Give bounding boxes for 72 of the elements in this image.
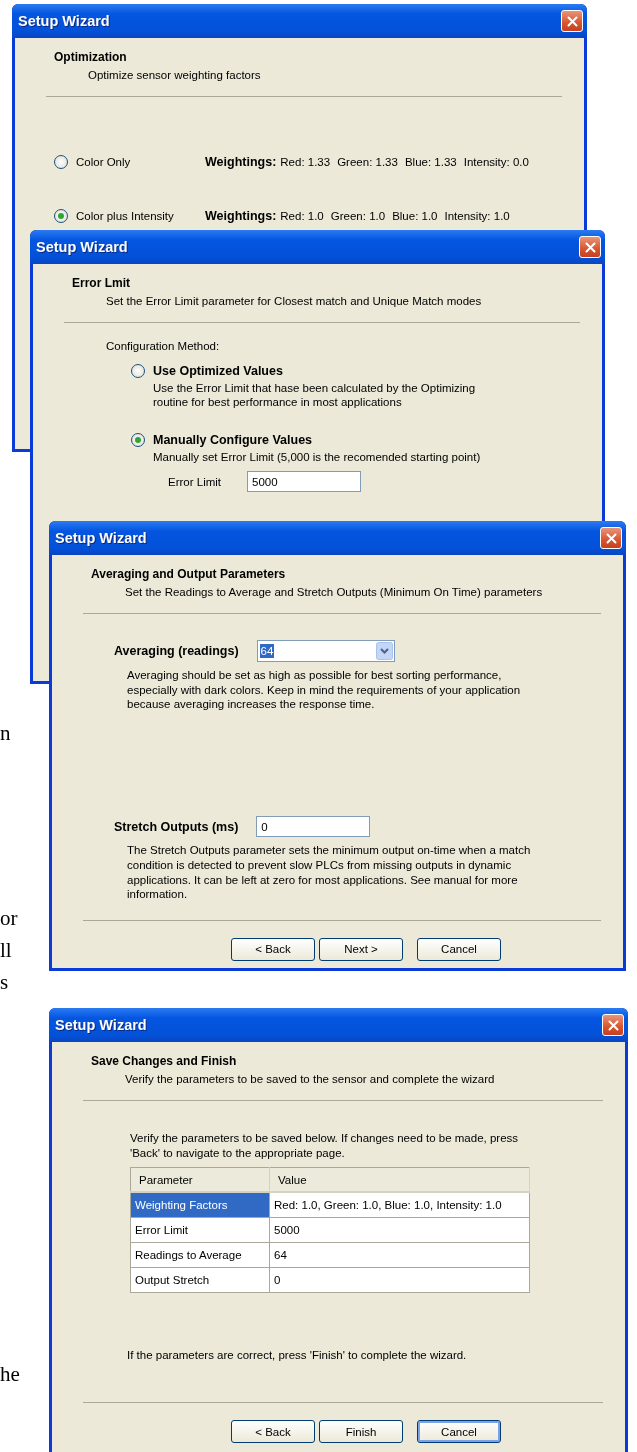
instruction-text: Verify the parameters to be saved below. If changes need to be made, press 'Back' to navigate to the appropriate page. [130,1131,520,1161]
column-header[interactable]: Value [269,1167,530,1192]
page-subtitle: Optimize sensor weighting factors [87,68,262,82]
table-cell[interactable]: Output Stretch [130,1267,270,1293]
radio-button[interactable] [131,433,145,447]
weighting-value: Red: 1.33 [280,155,331,169]
close-button[interactable] [579,236,601,258]
weighting-value: Green: 1.33 [337,155,398,169]
page-heading: Optimization [54,50,128,64]
field-description: The Stretch Outputs parameter sets the minimum output on-time when a match condition is detected to prevent slow PLCs from missing outputs in dynamic applications. It can be left at zero for most applications. See manual for more information. [127,843,532,902]
error-limit-field[interactable]: 5000 [247,471,362,492]
document-text: he [0,1362,20,1386]
weighting-value: Intensity: 1.0 [444,209,510,223]
radio-button[interactable] [131,364,145,378]
option-description: Use the Error Limit that hase been calculated by the Optimizing routine for best performance in most applications [153,381,477,409]
document-text: ll [0,938,12,962]
weightings-label: Weightings: [205,209,277,223]
radio-label[interactable]: Color Only [76,155,131,169]
next-button[interactable]: Next > [319,937,403,961]
close-icon [605,532,617,544]
window-title: Setup Wizard [55,1017,147,1033]
table-cell: 5000 [269,1217,530,1243]
table-cell[interactable]: Readings to Average [130,1242,270,1268]
radio-label[interactable]: Manually Configure Values [153,433,313,447]
weighting-value: Red: 1.0 [280,209,324,223]
option-description: Manually set Error Limit (5,000 is the recomended starting point) [153,450,482,464]
weighting-value: Blue: 1.0 [392,209,438,223]
cancel-button[interactable]: Cancel [417,1420,501,1443]
document-text: or [0,906,18,930]
table-cell[interactable]: Weighting Factors [130,1192,270,1218]
weighting-value: Intensity: 0.0 [463,155,529,169]
page-heading: Error Lmit [72,276,131,290]
close-button[interactable] [561,10,583,32]
column-header[interactable]: Parameter [130,1167,270,1192]
weighting-value: Green: 1.0 [330,209,386,223]
stretch-outputs-field[interactable]: 0 [256,816,371,838]
page-heading: Save Changes and Finish [91,1054,238,1068]
back-button[interactable]: < Back [231,1420,315,1443]
window-title: Setup Wizard [36,239,128,255]
close-icon [584,241,596,253]
radio-label[interactable]: Color plus Intensity [76,209,174,223]
section-label: Configuration Method: [106,339,221,353]
instruction-text: If the parameters are correct, press 'Finish' to complete the wizard. [127,1348,468,1362]
table-cell: 64 [269,1242,530,1268]
field-description: Averaging should be set as high as possible for best sorting performance, especially with dark colors. Keep in mind the requirements of your application because averaging increases the response time. [127,668,522,713]
page-heading: Averaging and Output Parameters [91,567,287,581]
close-icon [566,15,578,27]
back-button[interactable]: < Back [231,937,315,961]
field-label: Error Limit [168,475,222,488]
close-button[interactable] [600,527,622,549]
document-text: s [0,970,9,994]
cancel-button[interactable]: Cancel [417,937,501,961]
document-text: n [0,721,11,745]
table-cell: Red: 1.0, Green: 1.0, Blue: 1.0, Intensity: 1.0 [269,1192,530,1218]
field-label: Averaging (readings) [114,644,239,658]
page-subtitle: Verify the parameters to be saved to the sensor and complete the wizard [124,1072,496,1086]
weightings-label: Weightings: [205,155,277,169]
radio-button[interactable] [54,155,68,169]
radio-button[interactable] [54,209,68,223]
page-subtitle: Set the Error Limit parameter for Closest match and Unique Match modes [105,294,483,308]
field-label: Stretch Outputs (ms) [114,819,239,834]
page-subtitle: Set the Readings to Average and Stretch Outputs (Minimum On Time) parameters [124,585,544,599]
weighting-value: Blue: 1.33 [404,155,457,169]
radio-label[interactable]: Use Optimized Values [153,364,283,378]
table-cell: 0 [269,1267,530,1293]
table-cell[interactable]: Error Limit [130,1217,270,1243]
window-title: Setup Wizard [18,13,110,29]
close-icon [607,1019,619,1031]
close-button[interactable] [602,1014,624,1036]
averaging-dropdown[interactable]: 64 [256,640,395,662]
finish-button[interactable]: Finish [319,1420,403,1443]
window-title: Setup Wizard [55,530,147,546]
